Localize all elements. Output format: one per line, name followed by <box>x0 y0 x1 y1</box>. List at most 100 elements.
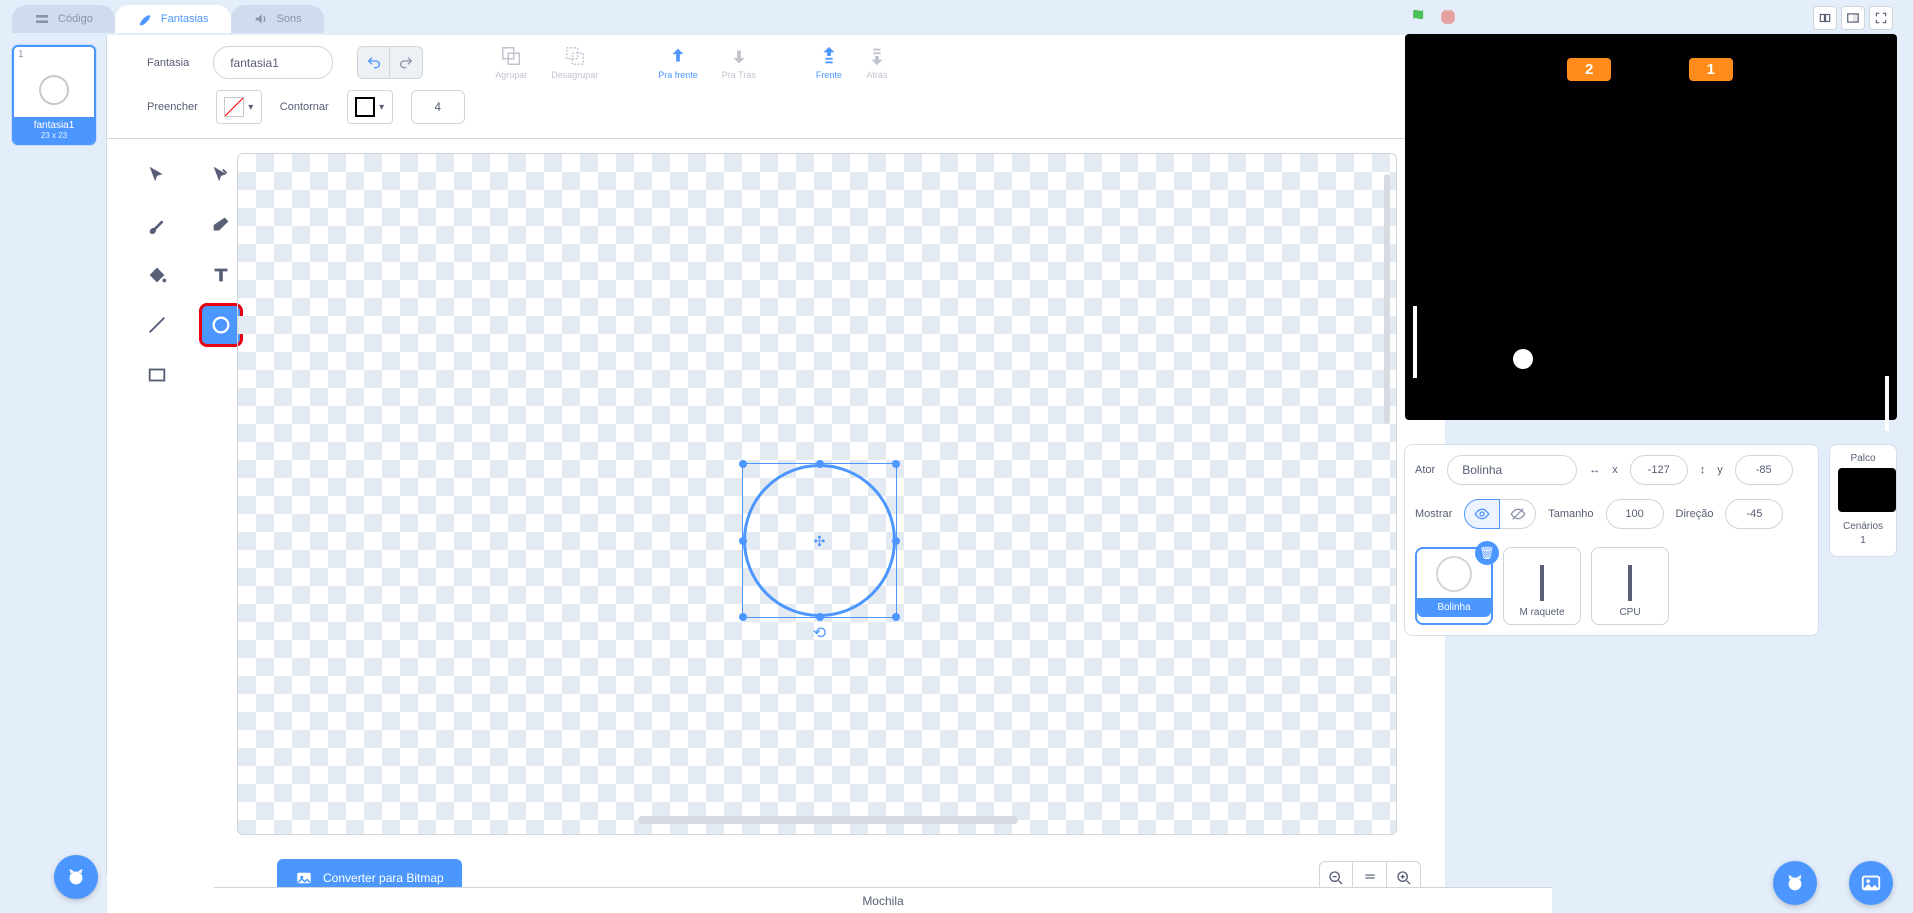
hide-button[interactable] <box>1500 499 1536 529</box>
rotate-handle-icon[interactable]: ⟲ <box>813 623 826 643</box>
redo-button[interactable] <box>390 46 423 79</box>
sound-icon <box>253 11 269 27</box>
brush-tool[interactable] <box>137 205 177 245</box>
costume-name-label: Fantasia <box>147 57 189 69</box>
stage-size-small-button[interactable] <box>1813 6 1837 30</box>
stage-thumbnail <box>1838 468 1896 512</box>
tab-code[interactable]: Código <box>12 5 115 33</box>
circle-tool[interactable] <box>201 305 241 345</box>
undo-redo-group <box>357 46 423 79</box>
direction-value[interactable]: -45 <box>1725 499 1783 529</box>
backward-label: Pra Trás <box>722 70 756 80</box>
handle-left[interactable] <box>739 537 747 545</box>
outline-color-picker[interactable]: ▾ <box>347 90 393 124</box>
add-backdrop-fab[interactable] <box>1849 861 1893 905</box>
text-tool[interactable] <box>201 255 241 295</box>
forward-button[interactable]: Pra frente <box>658 45 698 80</box>
backpack-bar[interactable]: Mochila <box>214 887 1552 913</box>
stage-selector[interactable]: Palco Cenários 1 <box>1829 444 1897 557</box>
handle-bottom[interactable] <box>816 613 824 621</box>
canvas-hscrollbar[interactable] <box>638 816 1018 824</box>
backward-button[interactable]: Pra Trás <box>722 45 756 80</box>
visibility-toggle <box>1464 499 1536 529</box>
stage[interactable]: 2 1 <box>1405 34 1897 420</box>
delete-sprite-icon[interactable]: 🗑 <box>1475 541 1499 565</box>
fill-color-picker[interactable]: ▾ <box>216 90 262 124</box>
backdrop-count: 1 <box>1838 534 1888 548</box>
forward-label: Pra frente <box>658 70 698 80</box>
reshape-tool[interactable] <box>201 155 241 195</box>
costume-thumb[interactable]: 1 fantasia1 23 x 23 <box>12 45 96 145</box>
sprite-card-thumb <box>1436 556 1472 592</box>
rect-tool[interactable] <box>137 355 177 395</box>
handle-top[interactable] <box>816 460 824 468</box>
y-value[interactable]: -85 <box>1735 455 1793 485</box>
outline-width-input[interactable] <box>411 90 465 124</box>
redo-icon <box>398 55 414 71</box>
handle-top-left[interactable] <box>739 460 747 468</box>
x-value[interactable]: -127 <box>1630 455 1688 485</box>
brush-icon <box>137 11 153 27</box>
sprite-card-thumb <box>1628 565 1632 601</box>
undo-button[interactable] <box>357 46 390 79</box>
paint-canvas[interactable]: ✣ ⟲ <box>237 153 1397 835</box>
ungroup-icon <box>564 45 586 67</box>
sprite-tray: 🗑 Bolinha M raquete CPU <box>1415 543 1808 635</box>
back-button[interactable]: Atrás <box>866 45 888 80</box>
group-label: Agrupar <box>495 70 527 80</box>
paint-toolbar-2: Preencher ▾ Contornar ▾ <box>107 80 1445 139</box>
green-flag-icon <box>1409 7 1429 27</box>
handle-bottom-left[interactable] <box>739 613 747 621</box>
front-button[interactable]: Frente <box>816 45 842 80</box>
costume-thumb-dim: 23 x 23 <box>14 131 94 140</box>
sprite-card-mraquete[interactable]: M raquete <box>1503 547 1581 625</box>
handle-top-right[interactable] <box>892 460 900 468</box>
handle-right[interactable] <box>892 537 900 545</box>
group-button[interactable]: Agrupar <box>495 45 527 80</box>
fill-tool[interactable] <box>137 255 177 295</box>
forward-icon <box>667 45 689 67</box>
paint-toolbar: Fantasia Agrupar Desagrupar Pra frente <box>107 35 1445 80</box>
stage-size-large-button[interactable] <box>1841 6 1865 30</box>
canvas-vscrollbar[interactable] <box>1384 174 1390 424</box>
sprite-name-input[interactable] <box>1447 455 1577 485</box>
circle-icon <box>210 314 232 336</box>
bucket-icon <box>146 264 168 286</box>
stage-area: 2 1 <box>1405 6 1897 420</box>
tab-sounds[interactable]: Sons <box>231 5 324 33</box>
green-flag-button[interactable] <box>1409 7 1429 30</box>
handle-bottom-right[interactable] <box>892 613 900 621</box>
sprite-card-label: M raquete <box>1519 607 1564 618</box>
outline-swatch-icon <box>355 97 375 117</box>
convert-bitmap-label: Converter para Bitmap <box>323 871 444 885</box>
undo-icon <box>366 55 382 71</box>
code-icon <box>34 11 50 27</box>
selection-box[interactable]: ✣ ⟲ <box>742 463 897 618</box>
backpack-label: Mochila <box>862 894 903 908</box>
line-tool[interactable] <box>137 305 177 345</box>
size-value[interactable]: 100 <box>1606 499 1664 529</box>
tab-costumes[interactable]: Fantasias <box>115 5 231 33</box>
sprite-card-label: Bolinha <box>1417 598 1491 617</box>
ungroup-button[interactable]: Desagrupar <box>551 45 598 80</box>
eraser-icon <box>210 214 232 236</box>
coord-double-arrow-icon: ↔ <box>1589 464 1600 476</box>
paddle-left <box>1413 306 1417 378</box>
costume-name-input[interactable] <box>213 46 333 79</box>
sprite-card-cpu[interactable]: CPU <box>1591 547 1669 625</box>
fill-swatch-icon <box>224 97 244 117</box>
backdrop-label: Cenários <box>1838 520 1888 534</box>
eye-off-icon <box>1510 506 1526 522</box>
stage-controls <box>1405 6 1897 34</box>
tool-palette <box>107 139 237 913</box>
sprite-name-label: Ator <box>1415 464 1435 476</box>
sprite-card-bolinha[interactable]: 🗑 Bolinha <box>1415 547 1493 625</box>
eraser-tool[interactable] <box>201 205 241 245</box>
select-tool[interactable] <box>137 155 177 195</box>
add-sprite-fab[interactable] <box>1773 861 1817 905</box>
fullscreen-button[interactable] <box>1869 6 1893 30</box>
front-icon <box>818 45 840 67</box>
show-button[interactable] <box>1464 499 1500 529</box>
stop-button[interactable] <box>1439 8 1457 29</box>
add-costume-fab[interactable] <box>54 855 98 899</box>
